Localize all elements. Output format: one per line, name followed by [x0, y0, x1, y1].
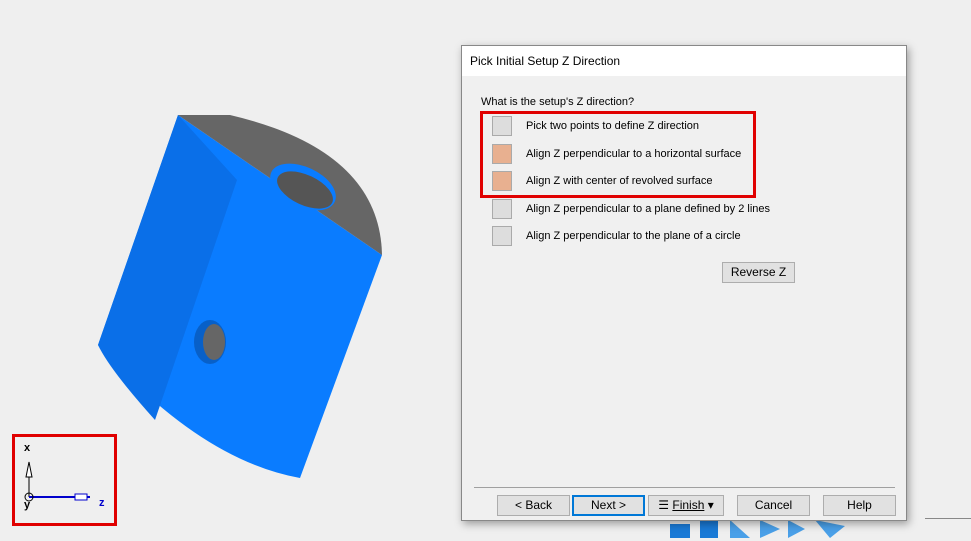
- zoom-slider[interactable]: [925, 518, 971, 519]
- y-axis-label: y: [24, 499, 31, 511]
- two-points-arrow-icon: [492, 116, 512, 136]
- option-horizontal-surface[interactable]: Align Z perpendicular to a horizontal su…: [492, 143, 741, 165]
- next-button[interactable]: Next >: [572, 495, 645, 516]
- dropdown-arrow-icon[interactable]: ▾: [704, 498, 714, 512]
- dialog-title: Pick Initial Setup Z Direction: [462, 46, 906, 76]
- reverse-z-button[interactable]: Reverse Z: [722, 262, 795, 283]
- option-label: Pick two points to define Z direction: [526, 120, 700, 132]
- revolved-surface-icon: [492, 171, 512, 191]
- option-pick-two-points[interactable]: Pick two points to define Z direction: [492, 115, 699, 137]
- option-circle-plane[interactable]: Align Z perpendicular to the plane of a …: [492, 225, 741, 247]
- help-button[interactable]: Help: [823, 495, 896, 516]
- setup-direction-dialog: Pick Initial Setup Z Direction What is t…: [461, 45, 907, 521]
- back-button[interactable]: < Back: [497, 495, 570, 516]
- surface-icon: [492, 144, 512, 164]
- axis-triad: x y z: [12, 434, 117, 526]
- option-label: Align Z perpendicular to the plane of a …: [526, 230, 741, 242]
- divider: [474, 487, 895, 488]
- z-axis-label: z: [99, 497, 105, 509]
- question-label: What is the setup's Z direction?: [481, 96, 635, 108]
- option-label: Align Z perpendicular to a plane defined…: [526, 203, 770, 215]
- option-two-lines[interactable]: Align Z perpendicular to a plane defined…: [492, 198, 770, 220]
- x-axis-label: x: [24, 442, 31, 454]
- option-label: Align Z perpendicular to a horizontal su…: [526, 148, 742, 160]
- option-label: Align Z with center of revolved surface: [526, 175, 713, 187]
- circle-icon: [492, 226, 512, 246]
- option-revolved-surface[interactable]: Align Z with center of revolved surface: [492, 170, 712, 192]
- finish-button[interactable]: ☰ Finish ▾: [648, 495, 724, 516]
- two-lines-icon: [492, 199, 512, 219]
- cancel-button[interactable]: Cancel: [737, 495, 810, 516]
- finish-label: Finish: [672, 498, 705, 512]
- list-icon: ☰: [658, 498, 673, 512]
